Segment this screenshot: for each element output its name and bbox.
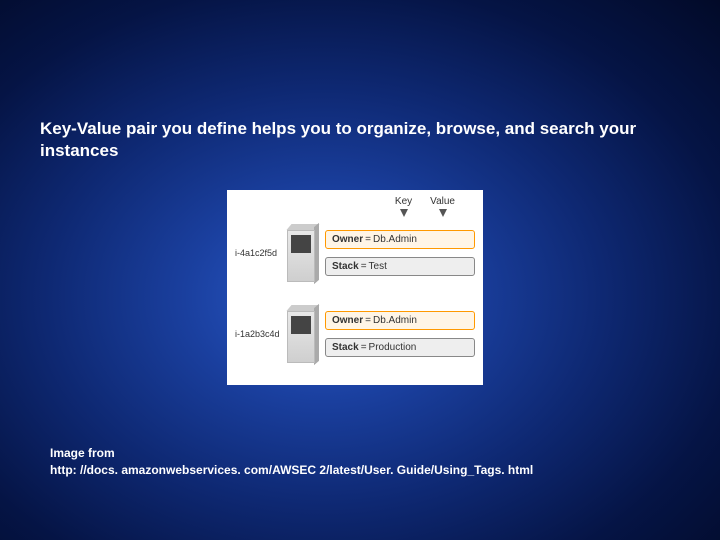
arrow-down-icon (400, 209, 408, 217)
instance-id: i-1a2b3c4d (235, 329, 287, 339)
key-column-label: Key (395, 196, 412, 217)
tag-key: Stack (332, 261, 359, 272)
tag-box: Owner = Db.Admin (325, 311, 475, 330)
value-column-label: Value (430, 196, 455, 217)
tag-key: Stack (332, 342, 359, 353)
tag-value: Test (369, 261, 387, 272)
tag-key: Owner (332, 234, 363, 245)
equals-sign: = (361, 261, 367, 272)
caption-line-2: http: //docs. amazonwebservices. com/AWS… (50, 462, 670, 479)
equals-sign: = (365, 315, 371, 326)
server-icon (287, 305, 315, 363)
tags-column: Owner = Db.Admin Stack = Test (325, 230, 475, 276)
instance-id: i-4a1c2f5d (235, 248, 287, 258)
tags-column: Owner = Db.Admin Stack = Production (325, 311, 475, 357)
tag-value: Production (369, 342, 417, 353)
value-label-text: Value (430, 196, 455, 207)
instance-row: i-1a2b3c4d Owner = Db.Admin Stack = Prod… (235, 305, 475, 363)
tag-box: Stack = Test (325, 257, 475, 276)
caption-line-1: Image from (50, 445, 670, 462)
arrow-down-icon (439, 209, 447, 217)
instance-row: i-4a1c2f5d Owner = Db.Admin Stack = Test (235, 224, 475, 282)
diagram-header: Key Value (227, 196, 483, 217)
server-icon (287, 224, 315, 282)
equals-sign: = (361, 342, 367, 353)
image-caption: Image from http: //docs. amazonwebservic… (50, 445, 670, 479)
key-label-text: Key (395, 196, 412, 207)
tags-diagram: Key Value i-4a1c2f5d Owner = Db.Admin St… (227, 190, 483, 385)
tag-box: Owner = Db.Admin (325, 230, 475, 249)
tag-box: Stack = Production (325, 338, 475, 357)
tag-key: Owner (332, 315, 363, 326)
tag-value: Db.Admin (373, 234, 417, 245)
slide-title: Key-Value pair you define helps you to o… (40, 118, 670, 162)
tag-value: Db.Admin (373, 315, 417, 326)
equals-sign: = (365, 234, 371, 245)
